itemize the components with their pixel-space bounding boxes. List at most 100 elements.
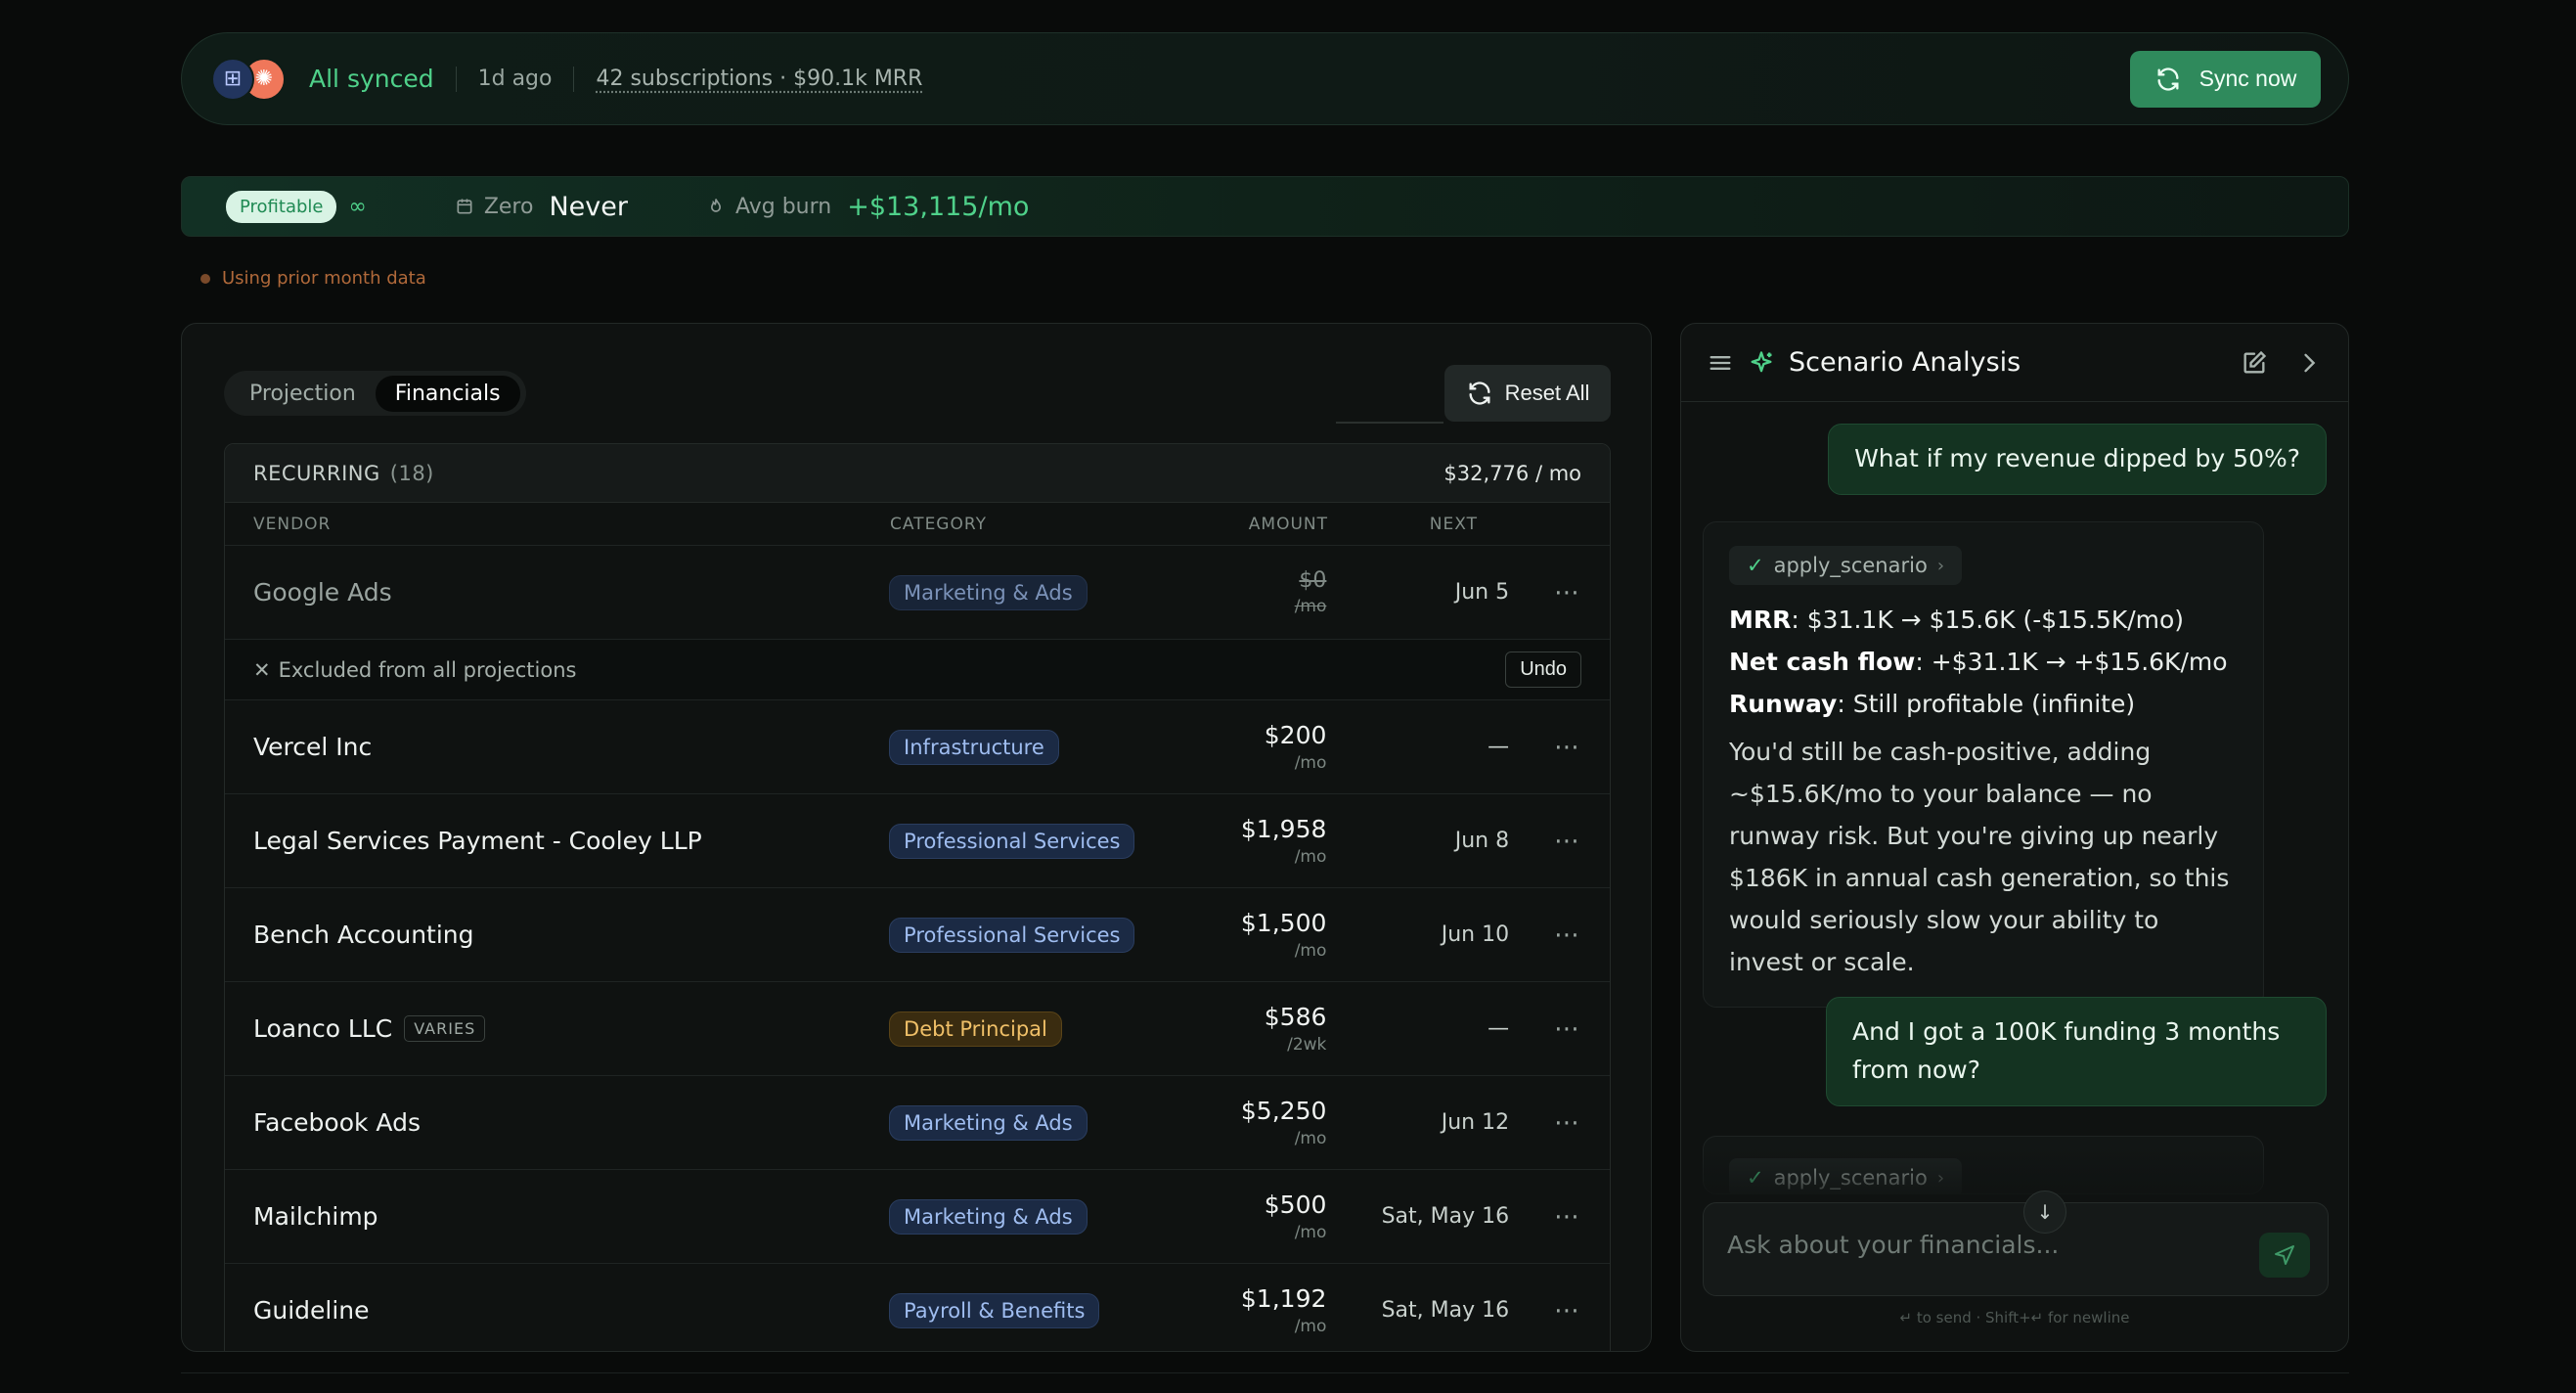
more-icon[interactable]: ⋯ <box>1509 827 1581 856</box>
table-row[interactable]: Guideline Payroll & Benefits $1,192/mo S… <box>225 1264 1610 1351</box>
category-badge: Professional Services <box>889 823 1135 859</box>
recurring-section-header[interactable]: RECURRING (18) $32,776 / mo <box>225 444 1610 503</box>
financials-panel: Projection Financials Reset All RECURRIN… <box>181 323 1652 1352</box>
result-text: : +$31.1K → +$15.6K/mo <box>1915 648 2228 676</box>
category-badge: Marketing & Ads <box>889 1198 1088 1235</box>
amount-unit: /mo <box>1294 847 1327 867</box>
sync-bar: ⊞ ✺ All synced 1d ago 42 subscriptions ·… <box>181 32 2349 125</box>
assistant-message: ✓ apply_scenario › MRR: $31.1K → $15.6K … <box>1703 521 2264 1008</box>
next-date: Jun 10 <box>1441 922 1510 947</box>
category-badge: Marketing & Ads <box>889 574 1088 610</box>
calendar-icon <box>457 199 472 214</box>
section-label: RECURRING <box>253 461 380 485</box>
table-row[interactable]: Vercel Inc Infrastructure $200/mo — ⋯ <box>225 700 1610 794</box>
undo-button[interactable]: Undo <box>1505 652 1581 688</box>
scroll-down-button[interactable]: ↓ <box>2023 1191 2066 1234</box>
close-icon: ✕ <box>253 657 271 682</box>
next-date: — <box>1488 735 1510 759</box>
table-row[interactable]: Facebook Ads Marketing & Ads $5,250/mo J… <box>225 1076 1610 1170</box>
amount-unit: /mo <box>1294 597 1327 616</box>
more-icon[interactable]: ⋯ <box>1509 1202 1581 1232</box>
amount-unit: /mo <box>1294 1129 1327 1148</box>
sync-now-label: Sync now <box>2198 66 2297 91</box>
varies-tag: VARIES <box>404 1015 486 1042</box>
zero-value: Never <box>549 191 628 222</box>
chat-input[interactable] <box>1727 1230 2236 1259</box>
section-count: (18) <box>389 461 434 485</box>
notice-text: Using prior month data <box>222 268 426 289</box>
category-badge: Marketing & Ads <box>889 1104 1088 1141</box>
category-badge: Debt Principal <box>889 1011 1062 1047</box>
notice-dot <box>200 273 210 284</box>
chat-header: Scenario Analysis <box>1681 324 2348 402</box>
tool-call-chip[interactable]: ✓ apply_scenario › <box>1729 546 1963 585</box>
reset-all-button[interactable]: Reset All <box>1444 365 1611 422</box>
more-icon[interactable]: ⋯ <box>1509 578 1581 607</box>
burn-value: +$13,115/mo <box>847 191 1030 222</box>
divider <box>181 1372 2349 1373</box>
result-line: Net cash flow: +$31.1K → +$15.6K/mo <box>1729 641 2238 683</box>
vendor-name: Facebook Ads <box>253 1108 421 1137</box>
table-row[interactable]: Mailchimp Marketing & Ads $500/mo Sat, M… <box>225 1170 1610 1264</box>
tab-projection[interactable]: Projection <box>230 376 376 412</box>
zero-date: Zero Never <box>455 192 628 222</box>
vendor-name: Loanco LLC <box>253 1014 393 1043</box>
result-line: MRR: $31.1K → $15.6K (-$15.5K/mo) <box>1729 599 2238 641</box>
table-row[interactable]: Bench Accounting Professional Services $… <box>225 888 1610 982</box>
sync-now-button[interactable]: Sync now <box>2130 50 2321 108</box>
menu-icon[interactable] <box>1707 349 1734 377</box>
amount-unit: /mo <box>1294 1317 1327 1336</box>
profitable-badge: Profitable <box>226 190 337 223</box>
excluded-banner: ✕ Excluded from all projections Undo <box>225 640 1610 700</box>
next-date: Jun 5 <box>1454 580 1510 605</box>
amount-value: $1,192 <box>1240 1284 1327 1313</box>
result-key: MRR <box>1729 606 1792 634</box>
next-date: Sat, May 16 <box>1381 1204 1510 1229</box>
bank-logo-icon: ⊞ <box>211 57 254 101</box>
user-message: And I got a 100K funding 3 months from n… <box>1826 997 2327 1106</box>
category-badge: Infrastructure <box>889 729 1059 765</box>
tab-financials[interactable]: Financials <box>375 375 520 412</box>
more-icon[interactable]: ⋯ <box>1509 733 1581 762</box>
amount-value: $1,958 <box>1240 815 1327 843</box>
more-icon[interactable]: ⋯ <box>1509 1296 1581 1326</box>
avg-burn: Avg burn +$13,115/mo <box>706 192 1029 222</box>
result-line: Runway: Still profitable (infinite) <box>1729 683 2238 725</box>
chat-input-box <box>1703 1202 2329 1296</box>
edit-icon[interactable] <box>2241 349 2268 377</box>
more-icon[interactable]: ⋯ <box>1509 921 1581 950</box>
vendor-name: Guideline <box>253 1296 370 1325</box>
vendor-name: Vercel Inc <box>253 733 373 761</box>
result-text: : Still profitable (infinite) <box>1837 690 2136 718</box>
vendor-name: Bench Accounting <box>253 921 474 949</box>
chat-title: Scenario Analysis <box>1789 347 2021 378</box>
table-row[interactable]: Google Ads Marketing & Ads $0/mo Jun 5 ⋯ <box>225 546 1610 640</box>
send-button[interactable] <box>2259 1233 2310 1278</box>
subscriptions-summary-link[interactable]: 42 subscriptions · $90.1k MRR <box>596 67 922 91</box>
chevron-right-icon[interactable] <box>2295 349 2323 377</box>
vendor-name: Google Ads <box>253 578 392 607</box>
table-row[interactable]: Legal Services Payment - Cooley LLP Prof… <box>225 794 1610 888</box>
col-next: NEXT <box>1429 514 1478 534</box>
arrow-down-icon: ↓ <box>2036 1200 2054 1224</box>
excluded-note: Excluded from all projections <box>278 657 577 682</box>
assistant-paragraph: You'd still be cash-positive, adding ~$1… <box>1729 738 2230 976</box>
table-row[interactable]: Loanco LLC VARIES Debt Principal $586/2wk… <box>225 982 1610 1076</box>
amount-unit: /mo <box>1294 753 1327 773</box>
divider <box>573 66 575 92</box>
flame-icon <box>710 199 721 212</box>
sync-status: All synced <box>309 65 434 93</box>
reset-all-label: Reset All <box>1504 381 1590 405</box>
amount-value: $500 <box>1264 1191 1327 1219</box>
sparkle-icon <box>1751 350 1772 372</box>
amount-unit: /mo <box>1294 1223 1327 1242</box>
amount-value: $200 <box>1264 721 1327 749</box>
more-icon[interactable]: ⋯ <box>1509 1108 1581 1138</box>
more-icon[interactable]: ⋯ <box>1509 1014 1581 1044</box>
amount-unit: /mo <box>1294 941 1327 961</box>
chevron-right-icon: › <box>1936 555 1945 576</box>
check-icon: ✓ <box>1747 554 1764 577</box>
result-key: Runway <box>1729 690 1838 718</box>
integration-avatars: ⊞ ✺ <box>211 56 293 103</box>
result-text: : $31.1K → $15.6K (-$15.5K/mo) <box>1791 606 2185 634</box>
